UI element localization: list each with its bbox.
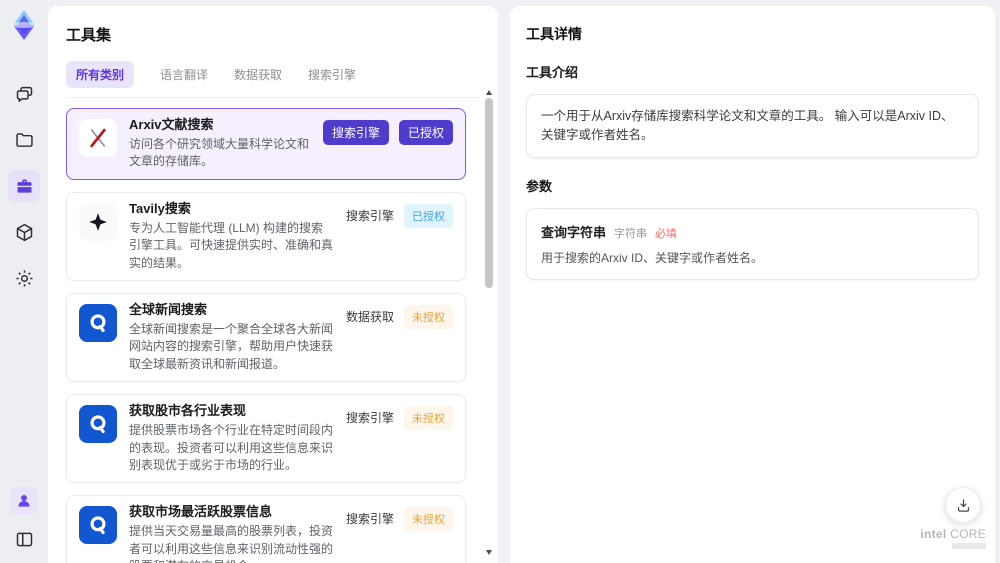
category-tabs: 所有类别 语言翻译 数据获取 搜索引擎	[66, 61, 480, 98]
chat-icon[interactable]	[8, 78, 40, 110]
tab-all-categories[interactable]: 所有类别	[66, 61, 135, 88]
tool-description: 提供当天交易量最高的股票列表，投资者可以利用这些信息来识别流动性强的股票和潜在的…	[129, 524, 334, 563]
tool-description: 全球新闻搜索是一个聚合全球各大新闻网站内容的搜索引擎，帮助用户快速获取全球最新资…	[129, 321, 334, 371]
tool-name: 获取市场最活跃股票信息	[129, 504, 273, 520]
app-logo-icon[interactable]	[7, 8, 41, 42]
settings-gear-icon[interactable]	[8, 262, 40, 294]
left-rail	[0, 0, 48, 563]
tab-search-engine[interactable]: 搜索引擎	[308, 66, 356, 83]
scrollbar-down-arrow-icon[interactable]	[486, 550, 492, 555]
list-scrollbar[interactable]	[485, 90, 494, 555]
detail-title: 工具详情	[526, 26, 582, 42]
folder-icon[interactable]	[8, 124, 40, 156]
tavily-logo-icon	[79, 202, 117, 241]
auth-status-badge: 未授权	[404, 304, 453, 329]
parameter-name: 查询字符串	[541, 224, 607, 240]
tool-name: 全球新闻搜索	[129, 301, 208, 317]
arxiv-logo-icon	[79, 119, 117, 157]
tool-description: 专为人工智能代理 (LLM) 构建的搜索引擎工具。可快速提供实时、准确和真实的结…	[129, 220, 334, 270]
toolbox-icon-active[interactable]	[8, 170, 40, 202]
tool-name: Arxiv文献搜索	[129, 117, 214, 132]
tool-name: 获取股市各行业表现	[129, 403, 247, 419]
tool-card-most-active-stocks[interactable]: 获取市场最活跃股票信息 提供当天交易量最高的股票列表，投资者可以利用这些信息来识…	[66, 495, 466, 563]
tool-name: Tavily搜索	[129, 200, 191, 216]
tool-list-panel: 工具集 所有类别 语言翻译 数据获取 搜索引擎 Arxiv文献搜索 访问各个研究…	[48, 6, 498, 563]
intel-logo-text: intel	[920, 526, 947, 541]
tab-language-translation[interactable]: 语言翻译	[160, 66, 208, 83]
cube-icon[interactable]	[8, 216, 40, 248]
scrollbar-thumb[interactable]	[485, 98, 493, 288]
auth-status-badge: 未授权	[404, 406, 453, 431]
params-section-title: 参数	[526, 178, 553, 194]
tool-description: 访问各个研究领域大量科学论文和文章的存储库。	[129, 137, 310, 169]
tool-description: 提供股票市场各个行业在特定时间段内的表现。投资者可以利用这些信息来识别表现优于或…	[129, 423, 334, 472]
core-logo-text: CORE	[950, 526, 986, 541]
panel-toggle-icon[interactable]	[8, 523, 40, 555]
auth-status-badge[interactable]: 已授权	[398, 120, 453, 145]
download-icon	[957, 498, 969, 512]
tool-card-arxiv[interactable]: Arxiv文献搜索 访问各个研究领域大量科学论文和文章的存储库。 搜索引擎 已授…	[66, 108, 466, 180]
intel-sub-badge	[952, 543, 986, 549]
stock-q-logo-icon	[79, 405, 117, 444]
rail-bottom	[8, 487, 40, 555]
category-chip[interactable]: 搜索引擎	[322, 120, 389, 145]
auth-status-badge: 未授权	[404, 507, 453, 532]
parameter-required-flag: 必填	[655, 227, 678, 240]
category-label: 搜索引擎	[345, 512, 394, 527]
stock-q-logo-icon	[79, 506, 117, 545]
intro-section-title: 工具介绍	[526, 65, 579, 80]
tool-intro-box: 一个用于从Arxiv存储库搜索科学论文和文章的工具。 输入可以是Arxiv ID…	[526, 94, 979, 158]
intel-core-logo: intel CORE	[920, 526, 986, 549]
category-label: 搜索引擎	[345, 208, 394, 223]
user-icon[interactable]	[10, 487, 38, 515]
parameter-type: 字符串	[614, 227, 648, 240]
news-q-logo-icon	[79, 303, 117, 342]
category-label: 搜索引擎	[345, 411, 394, 426]
tool-card-sector-performance[interactable]: 获取股市各行业表现 提供股票市场各个行业在特定时间段内的表现。投资者可以利用这些…	[66, 394, 466, 484]
page-title: 工具集	[66, 27, 112, 44]
tool-card-global-news[interactable]: 全球新闻搜索 全球新闻搜索是一个聚合全球各大新闻网站内容的搜索引擎，帮助用户快速…	[66, 292, 466, 383]
tool-cards: Arxiv文献搜索 访问各个研究领域大量科学论文和文章的存储库。 搜索引擎 已授…	[66, 108, 480, 563]
parameter-box: 查询字符串 字符串 必填 用于搜索的Arxiv ID、关键字或作者姓名。	[526, 207, 979, 280]
tool-detail-panel: 工具详情 工具介绍 一个用于从Arxiv存储库搜索科学论文和文章的工具。 输入可…	[510, 6, 995, 563]
auth-status-badge: 已授权	[404, 203, 453, 228]
scrollbar-up-arrow-icon[interactable]	[486, 90, 492, 95]
category-label: 数据获取	[345, 309, 394, 324]
rail-nav	[8, 78, 40, 294]
download-button[interactable]	[945, 487, 981, 523]
parameter-description: 用于搜索的Arxiv ID、关键字或作者姓名。	[541, 250, 764, 265]
tab-data-fetch[interactable]: 数据获取	[234, 66, 282, 83]
tool-card-tavily[interactable]: Tavily搜索 专为人工智能代理 (LLM) 构建的搜索引擎工具。可快速提供实…	[66, 191, 466, 281]
